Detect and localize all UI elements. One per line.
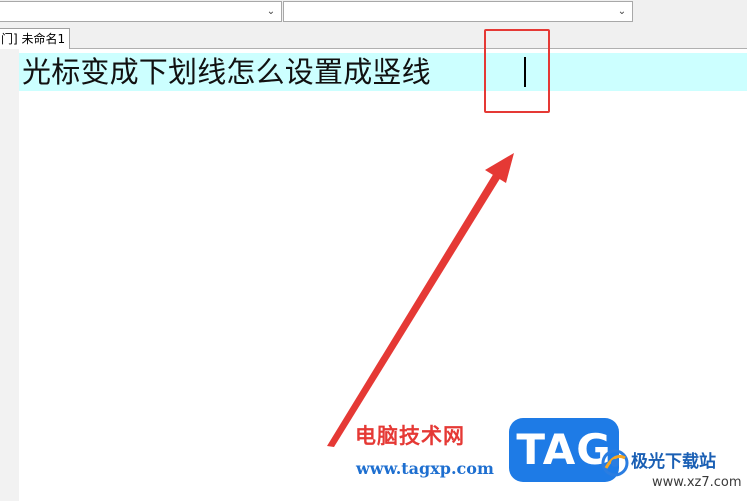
editor-window: ⌄ ⌄ 门] 未命名1 光标变成下划线怎么设置成竖线 电脑技术网 www.tag… — [0, 0, 747, 501]
tab-untitled-1[interactable]: 门] 未命名1 — [0, 28, 71, 50]
watermark-site-url: www.tagxp.com — [356, 459, 494, 478]
watermark-xz-url: www.xz7.com — [652, 475, 742, 490]
tab-strip: 门] 未命名1 — [0, 25, 747, 50]
editor-line-1[interactable]: 光标变成下划线怎么设置成竖线 — [22, 55, 431, 89]
annotation-highlight-box — [484, 29, 550, 113]
toolbar: ⌄ ⌄ — [0, 0, 747, 25]
aurora-logo-icon — [601, 449, 629, 477]
font-dropdown[interactable]: ⌄ — [0, 1, 282, 22]
chevron-down-icon[interactable]: ⌄ — [616, 3, 628, 20]
watermark-site-name: 电脑技术网 — [355, 424, 465, 448]
line-number-gutter — [0, 49, 19, 501]
chevron-down-icon[interactable]: ⌄ — [265, 3, 277, 20]
watermark-xz-name: 极光下载站 — [631, 452, 716, 472]
size-dropdown[interactable]: ⌄ — [283, 1, 633, 22]
toolbar-empty-area — [634, 0, 747, 25]
